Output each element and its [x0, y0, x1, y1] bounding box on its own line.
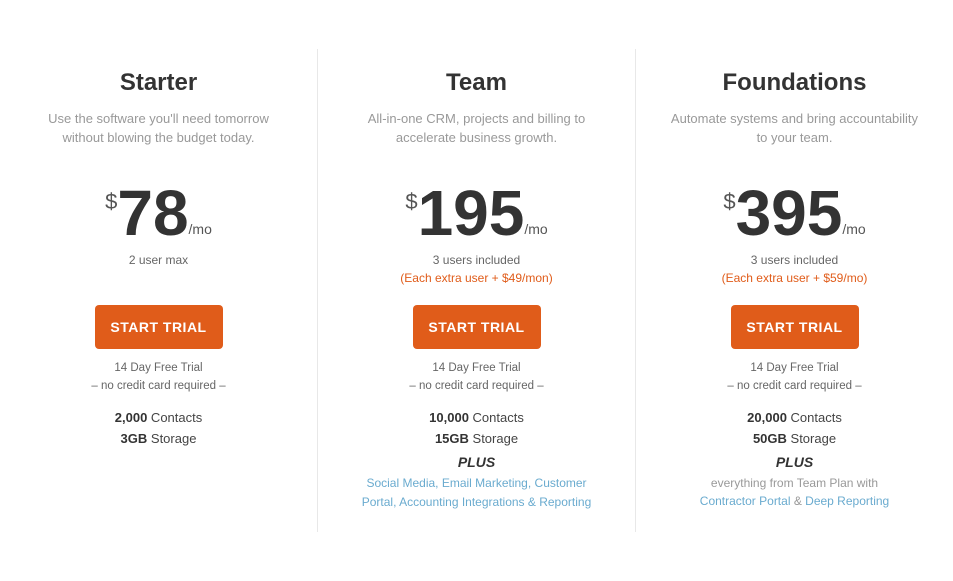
- deep-reporting-link[interactable]: Deep Reporting: [805, 494, 889, 508]
- price-amount: 395: [736, 181, 843, 245]
- price-row: $ 78 /mo: [30, 181, 287, 245]
- plan-features: 2,000 Contacts 3GB Storage: [30, 410, 287, 446]
- plan-users: 3 users included(Each extra user + $59/m…: [666, 251, 923, 287]
- storage-line: 50GB Storage: [666, 431, 923, 446]
- plan-features: 10,000 Contacts 15GB Storage PLUS Social…: [348, 410, 605, 512]
- plan-users: 3 users included(Each extra user + $49/m…: [348, 251, 605, 287]
- plus-links: Social Media, Email Marketing, Customer …: [348, 474, 605, 512]
- price-period: /mo: [524, 221, 547, 237]
- plan-starter: Starter Use the software you'll need tom…: [0, 49, 318, 532]
- price-row: $ 395 /mo: [666, 181, 923, 245]
- start-trial-button[interactable]: START TRIAL: [95, 305, 223, 349]
- trial-note: 14 Day Free Trial– no credit card requir…: [348, 359, 605, 396]
- plan-users: 2 user max: [30, 251, 287, 287]
- price-amount: 195: [418, 181, 525, 245]
- plus-label: PLUS: [348, 454, 605, 470]
- plan-name: Starter: [30, 69, 287, 97]
- plus-label: PLUS: [666, 454, 923, 470]
- social-media-link[interactable]: Social Media: [366, 476, 435, 490]
- contacts-line: 10,000 Contacts: [348, 410, 605, 425]
- plan-desc: All-in-one CRM, projects and billing to …: [348, 109, 605, 157]
- email-marketing-link[interactable]: Email Marketing: [442, 476, 528, 490]
- pricing-container: Starter Use the software you'll need tom…: [0, 29, 953, 552]
- accounting-link[interactable]: Accounting Integrations: [399, 495, 524, 509]
- price-row: $ 195 /mo: [348, 181, 605, 245]
- start-trial-button[interactable]: START TRIAL: [413, 305, 541, 349]
- price-period: /mo: [189, 221, 212, 237]
- reporting-link[interactable]: Reporting: [539, 495, 591, 509]
- plan-foundations: Foundations Automate systems and bring a…: [636, 49, 953, 532]
- trial-note: 14 Day Free Trial– no credit card requir…: [666, 359, 923, 396]
- plan-name: Team: [348, 69, 605, 97]
- plan-team: Team All-in-one CRM, projects and billin…: [318, 49, 636, 532]
- price-period: /mo: [842, 221, 865, 237]
- storage-line: 15GB Storage: [348, 431, 605, 446]
- price-amount: 78: [117, 181, 188, 245]
- price-dollar: $: [405, 189, 417, 215]
- plan-name: Foundations: [666, 69, 923, 97]
- start-trial-button[interactable]: START TRIAL: [731, 305, 859, 349]
- contacts-line: 20,000 Contacts: [666, 410, 923, 425]
- trial-note: 14 Day Free Trial– no credit card requir…: [30, 359, 287, 396]
- plan-desc: Automate systems and bring accountabilit…: [666, 109, 923, 157]
- storage-line: 3GB Storage: [30, 431, 287, 446]
- contacts-line: 2,000 Contacts: [30, 410, 287, 425]
- contractor-portal-link[interactable]: Contractor Portal: [700, 494, 791, 508]
- plus-links-gray: everything from Team Plan with Contracto…: [666, 474, 923, 510]
- plan-features: 20,000 Contacts 50GB Storage PLUS everyt…: [666, 410, 923, 510]
- plan-desc: Use the software you'll need tomorrow wi…: [30, 109, 287, 157]
- price-dollar: $: [723, 189, 735, 215]
- price-dollar: $: [105, 189, 117, 215]
